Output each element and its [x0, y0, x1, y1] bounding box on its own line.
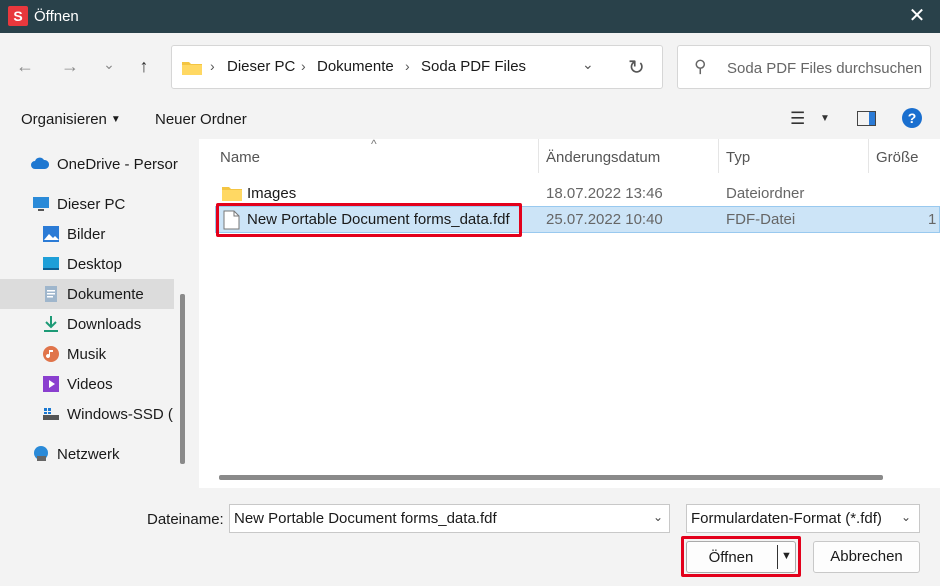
sidebar-item-dokumente[interactable]: Dokumente: [0, 279, 174, 309]
folder-icon: [222, 187, 242, 201]
filename-value: New Portable Document forms_data.fdf: [234, 510, 497, 527]
file-date: 18.07.2022 13:46: [546, 185, 663, 202]
navigation-pane: OneDrive - Persor Dieser PC Bilder Deskt…: [0, 139, 190, 488]
pictures-icon: [43, 226, 59, 242]
window-title: Öffnen: [34, 8, 79, 25]
file-name: Images: [247, 185, 297, 202]
sidebar-item-label: Windows-SSD (: [67, 406, 173, 423]
sidebar-item-label: Bilder: [67, 226, 106, 243]
new-folder-button[interactable]: Neuer Ordner: [155, 111, 247, 128]
filetype-select[interactable]: Formulardaten-Format (*.fdf) ⌄: [686, 504, 920, 533]
column-header-name[interactable]: Name: [220, 149, 260, 166]
help-icon[interactable]: ?: [902, 108, 922, 128]
highlight-box-file: [216, 203, 522, 237]
sidebar-item-netzwerk[interactable]: Netzwerk: [0, 439, 174, 469]
sidebar-item-musik[interactable]: Musik: [0, 339, 174, 369]
close-button[interactable]: ✕: [894, 0, 940, 33]
drive-icon: [43, 408, 59, 420]
breadcrumb-soda-pdf-files[interactable]: Soda PDF Files: [421, 58, 526, 75]
sidebar-scrollbar[interactable]: [180, 294, 185, 464]
title-bar: S Öffnen ✕: [0, 0, 940, 33]
documents-icon: [45, 286, 57, 302]
sidebar-item-label: Musik: [67, 346, 107, 363]
filename-label: Dateiname:: [147, 511, 224, 528]
caret-down-icon: ▼: [110, 114, 121, 125]
file-type: Dateiordner: [726, 185, 805, 202]
folder-icon: [182, 62, 202, 75]
column-divider[interactable]: [868, 139, 869, 173]
organize-button[interactable]: Organisieren ▼: [21, 111, 121, 128]
sidebar-item-downloads[interactable]: Downloads: [0, 309, 174, 339]
column-header-size[interactable]: Größe: [876, 149, 919, 166]
sidebar-item-bilder[interactable]: Bilder: [0, 219, 174, 249]
sidebar-item-label: OneDrive - Persor: [57, 156, 178, 173]
sidebar-item-videos[interactable]: Videos: [0, 369, 174, 399]
sidebar-item-label: Videos: [67, 376, 113, 393]
chevron-down-icon: ⌄: [900, 510, 911, 524]
music-icon: [43, 346, 59, 362]
command-toolbar: Organisieren ▼ Neuer Ordner ☰ ▼ ?: [0, 99, 940, 139]
cloud-icon: [31, 157, 49, 169]
cancel-button[interactable]: Abbrechen: [813, 541, 920, 573]
download-icon: [44, 316, 58, 332]
filetype-value: Formulardaten-Format (*.fdf): [691, 510, 882, 527]
filename-field[interactable]: New Portable Document forms_data.fdf ⌄: [229, 504, 670, 533]
column-header-date[interactable]: Änderungsdatum: [546, 149, 660, 166]
forward-arrow-icon[interactable]: →: [57, 53, 83, 79]
search-icon: ⚲: [694, 57, 707, 76]
breadcrumb-separator: ›: [210, 58, 215, 74]
network-icon: [34, 446, 48, 461]
sidebar-item-label: Dieser PC: [57, 196, 126, 213]
chevron-down-icon[interactable]: ⌄: [653, 510, 663, 524]
breadcrumb-separator: ›: [405, 58, 410, 74]
file-date: 25.07.2022 10:40: [546, 211, 663, 228]
view-options-icon[interactable]: ☰: [790, 109, 805, 129]
search-input[interactable]: ⚲ Soda PDF Files durchsuchen: [677, 45, 931, 89]
sidebar-item-desktop[interactable]: Desktop: [0, 249, 174, 279]
highlight-box-open: [681, 536, 801, 577]
sidebar-item-windows-ssd[interactable]: Windows-SSD (: [0, 399, 174, 429]
sidebar-item-dieser-pc[interactable]: Dieser PC: [0, 189, 174, 219]
breadcrumb-separator: ›: [301, 58, 306, 74]
soda-pdf-app-icon: S: [8, 6, 28, 26]
column-divider[interactable]: [718, 139, 719, 173]
file-list: ^ Name Änderungsdatum Typ Größe Images 1…: [199, 137, 940, 488]
address-dropdown-chevron-icon[interactable]: ⌄: [582, 56, 594, 73]
navigation-bar: ← → ⌄ ↑ › Dieser PC › Dokumente › Soda P…: [0, 33, 940, 99]
breadcrumb-dokumente[interactable]: Dokumente: [317, 58, 394, 75]
desktop-icon: [43, 257, 59, 270]
video-icon: [43, 376, 59, 392]
back-arrow-icon[interactable]: ←: [12, 53, 38, 79]
sidebar-item-label: Dokumente: [67, 286, 144, 303]
horizontal-scrollbar[interactable]: [219, 475, 883, 480]
sidebar-item-label: Netzwerk: [57, 446, 120, 463]
dialog-footer: Dateiname: New Portable Document forms_d…: [0, 488, 940, 586]
sidebar-item-onedrive[interactable]: OneDrive - Persor: [0, 149, 178, 179]
address-bar[interactable]: › Dieser PC › Dokumente › Soda PDF Files…: [171, 45, 663, 89]
sidebar-item-label: Desktop: [67, 256, 123, 273]
column-header-type[interactable]: Typ: [726, 149, 750, 166]
monitor-icon: [33, 197, 49, 211]
organize-label: Organisieren: [21, 111, 107, 128]
view-caret-icon[interactable]: ▼: [820, 113, 830, 124]
sort-ascending-icon: ^: [371, 137, 377, 151]
refresh-icon[interactable]: ↻: [628, 55, 645, 80]
recent-locations-chevron-icon[interactable]: ⌄: [96, 51, 122, 77]
file-size: 1: [928, 211, 937, 228]
file-type: FDF-Datei: [726, 211, 796, 228]
search-placeholder: Soda PDF Files durchsuchen: [727, 60, 923, 77]
sidebar-item-label: Downloads: [67, 316, 142, 333]
breadcrumb-dieser-pc[interactable]: Dieser PC: [227, 58, 295, 75]
up-arrow-icon[interactable]: ↑: [131, 53, 157, 79]
preview-pane-icon[interactable]: [857, 111, 876, 126]
column-divider[interactable]: [538, 139, 539, 173]
